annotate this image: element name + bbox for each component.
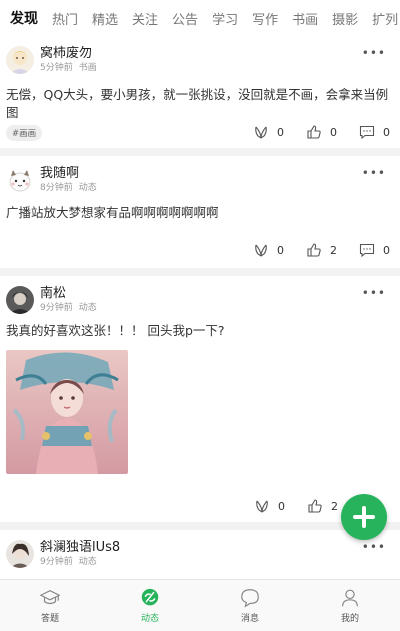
- post-actions: 0 0 0: [231, 124, 390, 140]
- more-options-button[interactable]: •••: [362, 540, 386, 554]
- tab-hot[interactable]: 热门: [52, 9, 78, 28]
- post-meta: 9分钟前 动态: [40, 556, 120, 569]
- more-options-button[interactable]: •••: [362, 46, 386, 60]
- post-time: 9分钟前: [40, 302, 73, 313]
- tab-study[interactable]: 学习: [212, 9, 238, 28]
- post-meta: 5分钟前 书画: [40, 62, 103, 75]
- like-count: 2: [330, 243, 337, 257]
- nav-item-quiz[interactable]: 答题: [0, 580, 100, 631]
- like-count: 2: [331, 499, 338, 513]
- nav-item-messages[interactable]: 消息: [200, 580, 300, 631]
- category-tabs: 发现 热门 精选 关注 公告 学习 写作 书画 摄影 扩列: [0, 0, 400, 36]
- salute-button[interactable]: 0: [253, 242, 284, 258]
- author-name[interactable]: 我随啊: [40, 166, 103, 182]
- like-button[interactable]: 2: [306, 242, 337, 258]
- post-meta: 8分钟前 动态: [40, 182, 103, 195]
- avatar[interactable]: [6, 46, 34, 74]
- tab-following[interactable]: 关注: [132, 9, 158, 28]
- hands-icon: [256, 500, 268, 513]
- nav-item-me[interactable]: 我的: [300, 580, 400, 631]
- message-icon: [241, 589, 259, 608]
- salute-count: 0: [277, 243, 284, 257]
- bottom-nav: 答题 动态 消息 我的: [0, 579, 400, 631]
- comment-button[interactable]: 0: [359, 242, 390, 258]
- comment-count: 0: [383, 125, 390, 139]
- post-actions: 0 2 0: [231, 242, 390, 258]
- salute-button[interactable]: 0: [254, 498, 285, 514]
- post-category: 动态: [78, 182, 97, 193]
- comment-count: 0: [383, 243, 390, 257]
- post-text: 我真的好喜欢这张！！！ 回头我p一下?: [6, 323, 225, 338]
- hands-icon: [255, 244, 267, 257]
- nav-label: 我的: [340, 614, 359, 624]
- more-options-button[interactable]: •••: [362, 286, 386, 300]
- thumbs-up-icon: [308, 499, 322, 513]
- author-name[interactable]: 南松: [40, 286, 103, 302]
- post-image[interactable]: [6, 350, 128, 474]
- post-header: 我随啊 8分钟前 动态: [6, 164, 103, 196]
- avatar[interactable]: [6, 166, 34, 194]
- like-count: 0: [330, 125, 337, 139]
- post-time: 8分钟前: [40, 182, 73, 193]
- post-card[interactable]: 南松 9分钟前 动态 ••• 我真的好喜欢这张！！！ 回头我p一下? 0 2: [0, 276, 400, 522]
- post-header: 窝柿废勿 5分钟前 书画: [6, 44, 103, 76]
- post-meta: 9分钟前 动态: [40, 302, 103, 315]
- tab-writing[interactable]: 写作: [252, 9, 278, 28]
- post-time: 5分钟前: [40, 62, 73, 73]
- post-category: 动态: [78, 302, 97, 313]
- post-card[interactable]: 我随啊 8分钟前 动态 ••• 广播站放大梦想家有品啊啊啊啊啊啊啊 0 2 0: [0, 156, 400, 268]
- post-header: 斜澜独语lUs8 9分钟前 动态: [6, 538, 120, 570]
- hands-icon: [255, 126, 267, 139]
- tab-featured[interactable]: 精选: [92, 9, 118, 28]
- post-text: 广播站放大梦想家有品啊啊啊啊啊啊啊: [6, 205, 219, 220]
- post-card[interactable]: 斜澜独语lUs8 9分钟前 动态 •••: [0, 530, 400, 579]
- thumbs-up-icon: [307, 125, 321, 139]
- nav-label: 答题: [40, 614, 59, 624]
- thumbs-up-icon: [307, 243, 321, 257]
- salute-count: 0: [277, 125, 284, 139]
- tab-make-friends[interactable]: 扩列: [372, 9, 398, 28]
- post-time: 9分钟前: [40, 556, 73, 567]
- post-category: 动态: [78, 556, 97, 567]
- create-post-button[interactable]: [341, 494, 387, 540]
- comment-icon: [359, 243, 375, 258]
- nav-label: 动态: [140, 614, 159, 624]
- like-button[interactable]: 2: [307, 498, 338, 514]
- more-options-button[interactable]: •••: [362, 166, 386, 180]
- avatar[interactable]: [6, 540, 34, 568]
- author-name[interactable]: 窝柿废勿: [40, 46, 103, 62]
- dynamic-icon: [141, 588, 159, 606]
- tab-photography[interactable]: 摄影: [332, 9, 358, 28]
- author-name[interactable]: 斜澜独语lUs8: [40, 540, 120, 556]
- post-card[interactable]: 窝柿废勿 5分钟前 书画 ••• 无偿，QQ大头，要小男孩，就一张挑设，没回就是不…: [0, 36, 400, 148]
- comment-button[interactable]: 0: [359, 124, 390, 140]
- salute-count: 0: [278, 499, 285, 513]
- post-category: 书画: [78, 62, 97, 73]
- avatar[interactable]: [6, 286, 34, 314]
- post-feed[interactable]: 窝柿废勿 5分钟前 书画 ••• 无偿，QQ大头，要小男孩，就一张挑设，没回就是不…: [0, 36, 400, 579]
- tab-calligraphy[interactable]: 书画: [292, 9, 318, 28]
- tab-announcement[interactable]: 公告: [172, 9, 198, 28]
- post-header: 南松 9分钟前 动态: [6, 284, 103, 316]
- nav-label: 消息: [240, 614, 259, 624]
- post-tag[interactable]: #画画: [6, 125, 43, 141]
- post-text: 无偿，QQ大头，要小男孩，就一张挑设，没回就是不画，会拿来当例图: [6, 87, 389, 120]
- grad-cap-icon: [39, 590, 61, 605]
- person-icon: [342, 589, 358, 607]
- tab-discover[interactable]: 发现: [10, 8, 38, 28]
- nav-item-dynamic[interactable]: 动态: [100, 580, 200, 631]
- like-button[interactable]: 0: [306, 124, 337, 140]
- comment-icon: [359, 125, 375, 140]
- salute-button[interactable]: 0: [253, 124, 284, 140]
- plus-icon: [353, 506, 375, 528]
